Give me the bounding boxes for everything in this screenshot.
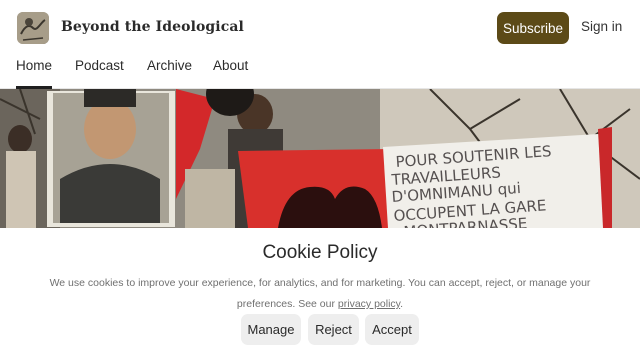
subscribe-button[interactable]: Subscribe	[497, 12, 569, 44]
publication-logo[interactable]	[17, 12, 49, 44]
tab-podcast[interactable]: Podcast	[75, 58, 124, 88]
nav-tabs: Home Podcast Archive About	[0, 56, 640, 89]
cookie-banner: Cookie Policy We use cookies to improve …	[0, 228, 640, 360]
hero-photo: POUR SOUTENIR LES TRAVAILLEURS D'OMNIMAN…	[0, 89, 640, 228]
privacy-policy-link[interactable]: privacy policy	[338, 298, 400, 310]
site-header: Beyond the Ideological Subscribe Sign in	[0, 0, 640, 56]
reject-button[interactable]: Reject	[308, 314, 359, 345]
publication-title[interactable]: Beyond the Ideological	[61, 19, 244, 35]
cookie-text-end: .	[400, 298, 404, 310]
cookie-title: Cookie Policy	[262, 242, 378, 263]
sign-in-link[interactable]: Sign in	[581, 19, 622, 34]
tab-archive[interactable]: Archive	[147, 58, 192, 88]
tab-about[interactable]: About	[213, 58, 248, 88]
accept-button[interactable]: Accept	[365, 314, 419, 345]
cookie-description: We use cookies to improve your experienc…	[30, 273, 610, 315]
tab-home[interactable]: Home	[16, 58, 53, 89]
cookie-text: We use cookies to improve your experienc…	[49, 277, 591, 310]
logo-artwork	[17, 12, 49, 44]
manage-button[interactable]: Manage	[241, 314, 301, 345]
hero-image[interactable]: POUR SOUTENIR LES TRAVAILLEURS D'OMNIMAN…	[0, 89, 640, 228]
